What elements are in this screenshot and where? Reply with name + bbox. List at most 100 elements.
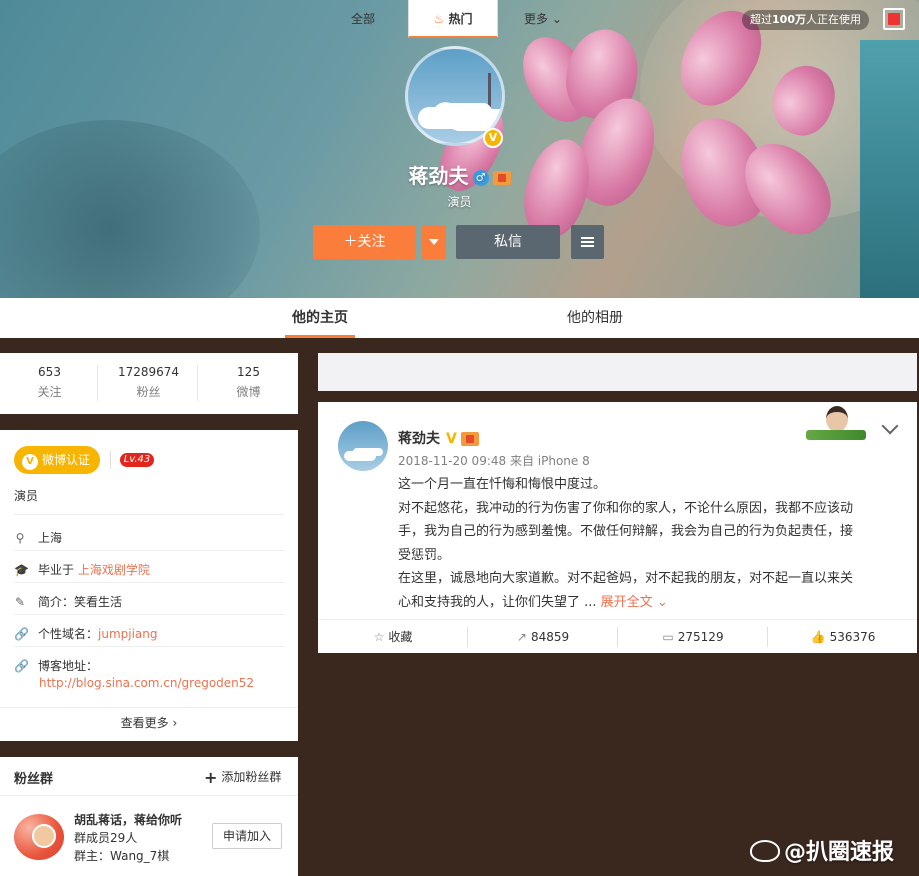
info-location: ⚲ 上海 bbox=[15, 531, 63, 545]
stat-value: 125 bbox=[237, 365, 260, 379]
verified-v-icon: V bbox=[22, 454, 38, 470]
divider bbox=[97, 365, 98, 401]
stat-label: 关注 bbox=[37, 385, 62, 399]
post-meta: 2018-11-20 09:48 来自 iPhone 8 bbox=[398, 454, 590, 468]
fans-group-owner: 群主：Wang_7棋 bbox=[74, 849, 170, 863]
star-icon: ☆ bbox=[373, 630, 385, 644]
divider bbox=[14, 614, 284, 615]
plus-icon: + bbox=[204, 768, 218, 787]
post-line: 受惩罚。 bbox=[398, 547, 451, 563]
thumbs-up-icon: 👍 bbox=[810, 630, 826, 644]
app-icon[interactable] bbox=[883, 8, 905, 30]
fans-group-name[interactable]: 胡乱蒋话，蒋给你听 bbox=[74, 811, 182, 828]
join-group-button[interactable]: 申请加入 bbox=[212, 823, 282, 849]
favorite-button[interactable]: ☆ 收藏 bbox=[318, 620, 468, 654]
divider bbox=[14, 646, 284, 647]
stat-label: 微博 bbox=[236, 385, 261, 399]
info-intro: ✎ 简介：笑看生活 bbox=[14, 595, 123, 609]
stats-card: 653 关注 17289674 粉丝 125 微博 bbox=[0, 353, 298, 414]
info-school: 🎓 毕业于 上海戏剧学院 bbox=[14, 563, 150, 577]
avatar-sticker bbox=[806, 404, 866, 440]
level-badge[interactable]: Lv.43 bbox=[120, 453, 154, 467]
fans-group-avatar[interactable] bbox=[14, 814, 64, 860]
post-line: 心和支持我的人，让你们失望了 ... 展开全文 ⌄ bbox=[398, 594, 668, 610]
repost-icon: ↗ bbox=[516, 630, 527, 644]
domain-link[interactable]: jumpjiang bbox=[98, 627, 158, 641]
divider bbox=[197, 365, 198, 401]
avatar-cloud bbox=[418, 107, 480, 129]
verified-v-icon: V bbox=[446, 431, 457, 447]
stat-posts[interactable]: 125 微博 bbox=[199, 365, 298, 400]
divider bbox=[14, 550, 284, 551]
divider bbox=[14, 582, 284, 583]
stat-value: 17289674 bbox=[117, 365, 180, 379]
info-blog-label: 🔗 博客地址： bbox=[14, 659, 99, 673]
profile-name: 蒋劲夫 ♂ bbox=[0, 160, 919, 189]
menu-icon-bar bbox=[581, 245, 594, 247]
stat-following[interactable]: 653 关注 bbox=[0, 365, 99, 400]
info-card bbox=[0, 430, 298, 741]
avatar-lamp bbox=[488, 73, 491, 123]
follow-button[interactable]: ＋关注 bbox=[313, 225, 416, 259]
post-author: 蒋劲夫 V bbox=[398, 428, 479, 448]
fans-group-title: 粉丝群 bbox=[14, 772, 54, 787]
link-icon: 🔗 bbox=[14, 659, 29, 673]
comment-button[interactable]: ▭ 275129 bbox=[618, 620, 768, 654]
post-line: 这一个月一直在忏悔和悔恨中度过。 bbox=[398, 477, 607, 492]
tab-home[interactable]: 他的主页 bbox=[285, 298, 355, 338]
info-role: 演员 bbox=[14, 489, 39, 503]
post-actions: ☆ 收藏 ↗ 84859 ▭ 275129 👍 536376 bbox=[318, 619, 917, 653]
message-button[interactable]: 私信 bbox=[456, 225, 560, 259]
divider bbox=[110, 451, 111, 469]
divider bbox=[14, 514, 284, 515]
like-button[interactable]: 👍 536376 bbox=[768, 620, 918, 654]
graduation-cap-icon: 🎓 bbox=[14, 563, 29, 577]
post-line: 在这里，诚恳地向大家道歉。对不起爸妈，对不起我的朋友，对不起一直以来关 bbox=[398, 571, 854, 586]
plus-icon: ＋ bbox=[343, 234, 358, 250]
weibo-verify-button[interactable]: V 微博认证 bbox=[14, 446, 100, 474]
blog-link[interactable]: http://blog.sina.com.cn/gregoden52 bbox=[39, 676, 254, 690]
chevron-right-icon: › bbox=[172, 716, 178, 730]
feed-tab-more[interactable]: 更多 ⌄ bbox=[498, 0, 588, 38]
fans-group-members: 群成员29人 bbox=[74, 831, 138, 845]
school-link[interactable]: 上海戏剧学院 bbox=[78, 563, 150, 577]
watermark: @扒圈速报 bbox=[750, 834, 894, 866]
tab-album[interactable]: 他的相册 bbox=[560, 298, 630, 338]
post-line: 对不起悠花，我冲动的行为伤害了你和你的家人，不论什么原因，我都不应该动 bbox=[398, 500, 854, 516]
verified-v-icon: V bbox=[483, 128, 503, 148]
flame-icon: ♨ bbox=[433, 12, 445, 26]
usage-badge: 超过100万人正在使用 bbox=[742, 10, 869, 30]
menu-icon-bar bbox=[581, 237, 594, 239]
post-author-avatar[interactable] bbox=[338, 421, 388, 471]
post-time-link[interactable]: 2018-11-20 09:48 bbox=[398, 454, 506, 468]
profile-tabbar: 他的主页 他的相册 bbox=[0, 298, 919, 338]
sticker-grass bbox=[806, 430, 866, 440]
post-text: 这一个月一直在忏悔和悔恨中度过。 对不起悠花，我冲动的行为伤害了你和你的家人，不… bbox=[398, 473, 898, 614]
weibo-logo-icon bbox=[750, 840, 780, 862]
stat-label: 粉丝 bbox=[136, 385, 161, 399]
feed-tab-all[interactable]: 全部 bbox=[318, 0, 408, 38]
info-domain: 🔗 个性域名：jumpjiang bbox=[14, 627, 158, 641]
link-icon: 🔗 bbox=[14, 627, 29, 641]
menu-button[interactable] bbox=[571, 225, 604, 259]
menu-icon-bar bbox=[581, 241, 594, 243]
vip-icon bbox=[460, 432, 479, 446]
follow-dropdown-button[interactable] bbox=[422, 225, 446, 259]
stat-followers[interactable]: 17289674 粉丝 bbox=[99, 365, 198, 400]
view-more-button[interactable]: 查看更多 › bbox=[0, 707, 298, 741]
feed-tabbar bbox=[318, 353, 917, 391]
add-fans-group-button[interactable]: + 添加粉丝群 bbox=[204, 768, 281, 787]
feed-tab-hot[interactable]: ♨ 热门 bbox=[408, 0, 498, 38]
edit-icon: ✎ bbox=[14, 595, 26, 609]
repost-button[interactable]: ↗ 84859 bbox=[468, 620, 618, 654]
comment-icon: ▭ bbox=[662, 630, 674, 644]
vip-icon bbox=[492, 170, 511, 185]
post-line: 手，我为自己的行为感到羞愧。不做任何辩解，我会为自己的行为负起责任，接 bbox=[398, 524, 854, 539]
divider bbox=[0, 795, 298, 796]
chevron-down-icon: ⌄ bbox=[551, 12, 562, 26]
profile-description: 演员 bbox=[447, 195, 472, 209]
location-icon: ⚲ bbox=[15, 531, 25, 545]
expand-full-text-link[interactable]: 展开全文 ⌄ bbox=[601, 595, 668, 610]
author-link[interactable]: 蒋劲夫 bbox=[398, 431, 440, 447]
sticker-face bbox=[826, 406, 848, 432]
